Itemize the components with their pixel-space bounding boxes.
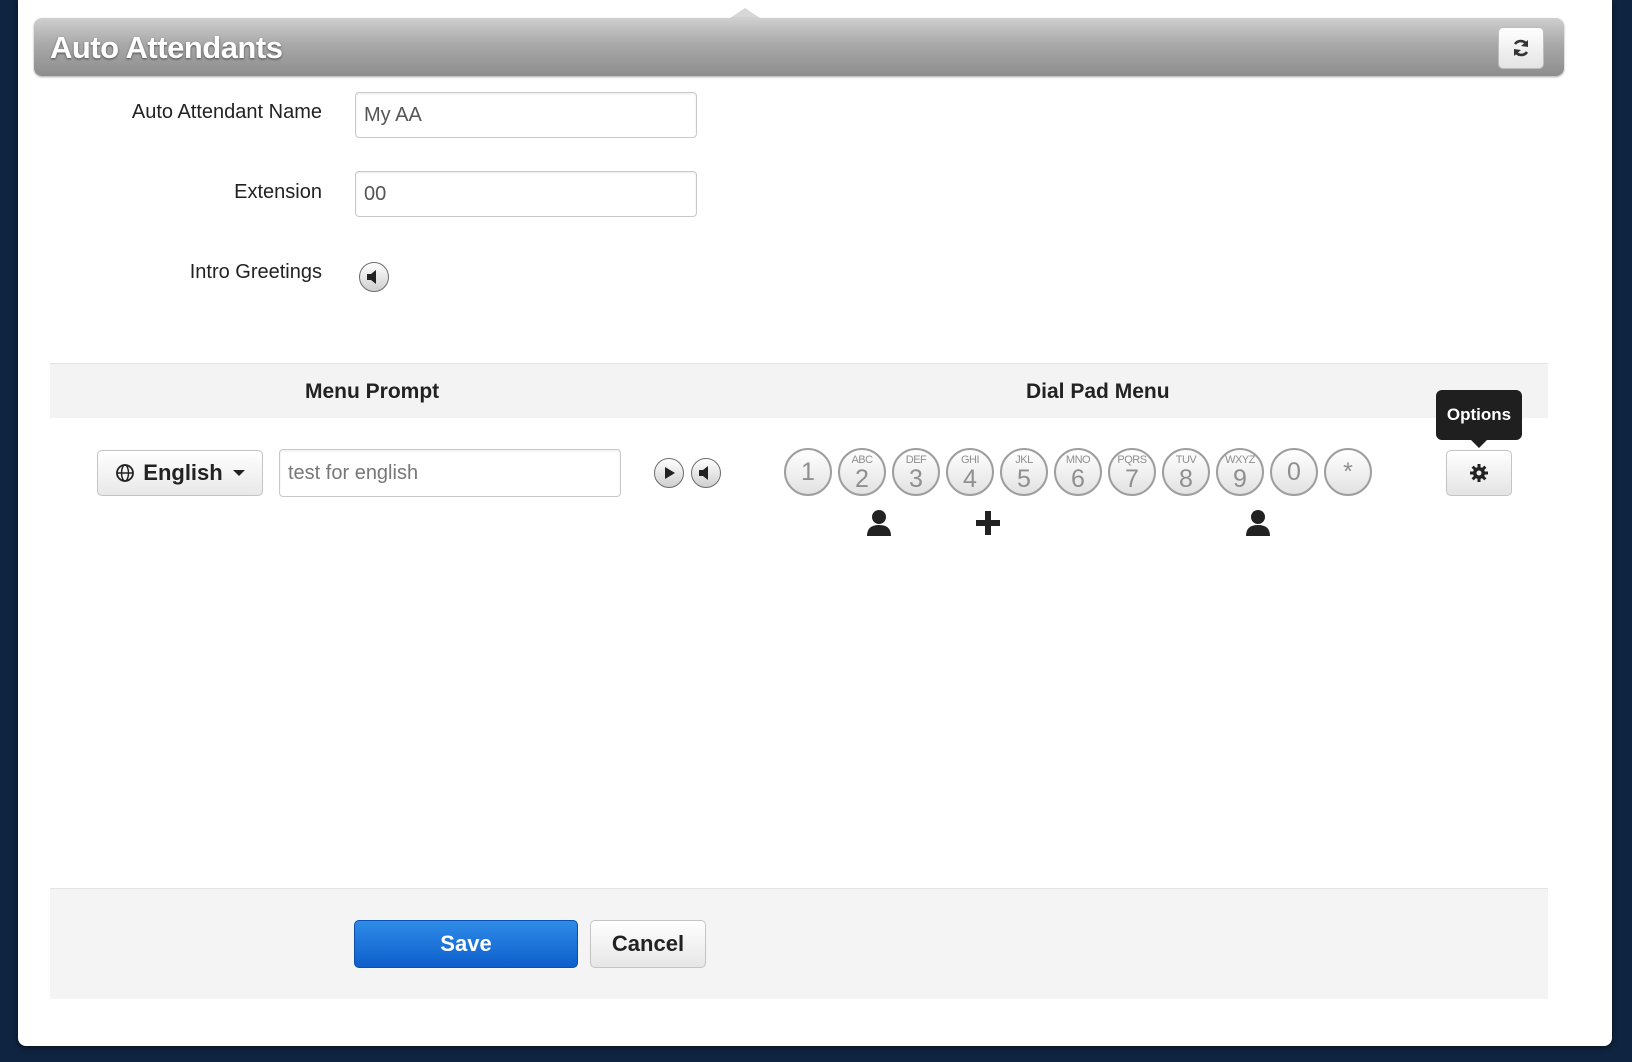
dial-key-number: 5 xyxy=(1017,465,1031,493)
dial-key-number: 7 xyxy=(1125,465,1139,493)
dial-key-8[interactable]: TUV 8 xyxy=(1162,448,1210,496)
language-dropdown[interactable]: English xyxy=(97,450,263,496)
dial-key-number: 6 xyxy=(1071,465,1085,493)
options-tooltip: Options xyxy=(1436,390,1522,448)
options-button[interactable] xyxy=(1446,450,1512,496)
dial-key-3[interactable]: DEF 3 xyxy=(892,448,940,496)
extension-input[interactable] xyxy=(355,171,697,217)
dial-key-number: 0 xyxy=(1287,458,1301,486)
dial-key-0[interactable]: 0 xyxy=(1270,448,1318,496)
cancel-button[interactable]: Cancel xyxy=(590,920,706,968)
dial-key-number: * xyxy=(1343,458,1353,486)
dial-key-1[interactable]: 1 xyxy=(784,448,832,496)
refresh-icon xyxy=(1513,39,1529,57)
dial-pad: 1 ABC 2 DEF 3 GHI 4 JKL 5 MNO 6 PQRS 7 TUV 8 WXYZ 9 0 * xyxy=(784,448,1372,500)
dial-key-6[interactable]: MNO 6 xyxy=(1054,448,1102,496)
footer-bar xyxy=(50,888,1548,999)
intro-greetings-control xyxy=(359,262,389,292)
dial-key-2[interactable]: ABC 2 xyxy=(838,448,886,496)
dial-pad-menu-heading: Dial Pad Menu xyxy=(1026,380,1170,403)
dial-key-number: 1 xyxy=(801,458,815,486)
intro-greetings-label: Intro Greetings xyxy=(189,261,322,283)
gear-icon xyxy=(1470,464,1488,482)
play-icon[interactable] xyxy=(654,458,684,488)
menu-prompt-heading: Menu Prompt xyxy=(305,380,440,403)
dial-key-7[interactable]: PQRS 7 xyxy=(1108,448,1156,496)
panel-header: Auto Attendants xyxy=(34,18,1564,76)
dial-key-5[interactable]: JKL 5 xyxy=(1000,448,1048,496)
speaker-icon[interactable] xyxy=(691,458,721,488)
dial-key-number: 3 xyxy=(909,465,923,493)
menu-prompt-input[interactable] xyxy=(279,449,621,497)
speaker-icon[interactable] xyxy=(359,262,389,292)
prompt-controls xyxy=(654,458,721,488)
language-label: English xyxy=(143,460,223,485)
auto-attendant-name-label: Auto Attendant Name xyxy=(131,101,322,123)
dial-key-4[interactable]: GHI 4 xyxy=(946,448,994,496)
menu-header-band: Menu Prompt Dial Pad Menu xyxy=(50,363,1548,418)
save-button[interactable]: Save xyxy=(354,920,578,968)
dial-key-number: 8 xyxy=(1179,465,1193,493)
user-icon[interactable] xyxy=(1243,508,1273,538)
refresh-button[interactable] xyxy=(1498,27,1544,69)
globe-icon xyxy=(116,464,135,482)
dial-key-number: 9 xyxy=(1233,465,1247,493)
dial-key-9[interactable]: WXYZ 9 xyxy=(1216,448,1264,496)
dial-key-star[interactable]: * xyxy=(1324,448,1372,496)
dial-key-number: 2 xyxy=(855,465,869,493)
page-title: Auto Attendants xyxy=(50,30,283,65)
dial-key-number: 4 xyxy=(963,465,977,493)
user-icon[interactable] xyxy=(864,508,894,538)
chevron-down-icon xyxy=(232,470,245,476)
extension-label: Extension xyxy=(234,181,322,203)
auto-attendant-name-input[interactable] xyxy=(355,92,697,138)
plus-icon[interactable] xyxy=(973,508,1003,538)
